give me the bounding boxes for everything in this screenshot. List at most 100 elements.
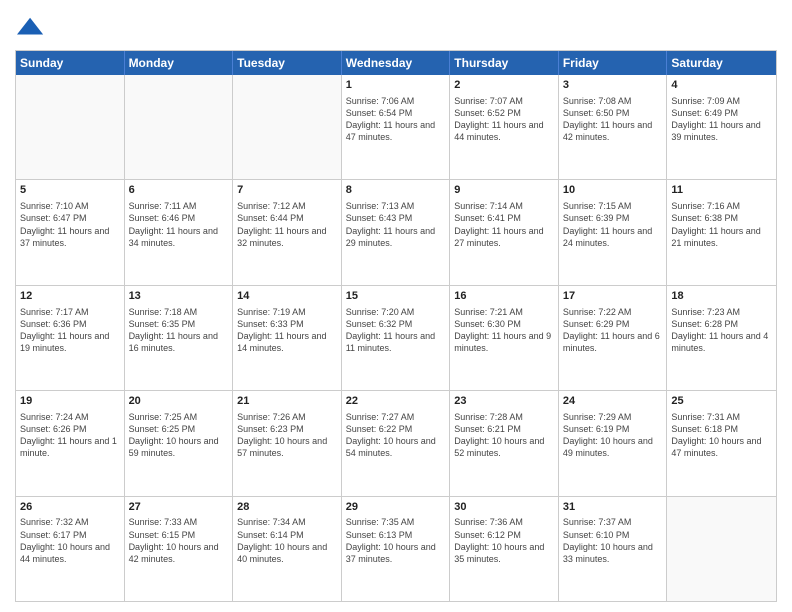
day-cell-12: 12Sunrise: 7:17 AM Sunset: 6:36 PM Dayli… [16,286,125,390]
day-cell-empty-4-6 [667,497,776,601]
day-number: 5 [20,183,120,198]
day-cell-10: 10 Sunrise: 7:15 AM Sunset: 6:39 PM Dayli… [559,180,668,284]
day-info: Sunrise: 7:34 AM Sunset: 6:14 PM Dayligh… [237,516,337,565]
calendar-body: 1 Sunrise: 7:06 AM Sunset: 6:54 PM Daylig… [16,75,776,601]
day-cell-5: 5 Sunrise: 7:10 AM Sunset: 6:47 PM Daylig… [16,180,125,284]
day-number: 15 [346,289,446,304]
day-info: Sunrise: 7:23 AM Sunset: 6:28 PM Dayligh… [671,306,772,355]
day-number: 8 [346,183,446,198]
day-cell-3: 3Sunrise: 7:08 AM Sunset: 6:50 PM Daylig… [559,75,668,179]
day-number: 4 [671,78,772,93]
day-number: 11 [671,183,772,198]
day-number: 26 [20,500,120,515]
day-number: 10 [563,183,663,198]
day-number: 1 [346,78,446,93]
day-info: Sunrise: 7:35 AM Sunset: 6:13 PM Dayligh… [346,516,446,565]
day-cell-11: 11 Sunrise: 7:16 AM Sunset: 6:38 PM Dayli… [667,180,776,284]
day-info: Sunrise: 7:08 AM Sunset: 6:50 PM Dayligh… [563,95,663,144]
day-number: 21 [237,394,337,409]
day-cell-23: 23 Sunrise: 7:28 AM Sunset: 6:21 PM Dayli… [450,391,559,495]
day-cell-13: 13Sunrise: 7:18 AM Sunset: 6:35 PM Dayli… [125,286,234,390]
weekday-header-friday: Friday [559,51,668,75]
day-number: 7 [237,183,337,198]
weekday-header-thursday: Thursday [450,51,559,75]
day-info: Sunrise: 7:36 AM Sunset: 6:12 PM Dayligh… [454,516,554,565]
day-number: 28 [237,500,337,515]
day-info: Sunrise: 7:20 AM Sunset: 6:32 PM Dayligh… [346,306,446,355]
day-number: 17 [563,289,663,304]
day-info: Sunrise: 7:31 AM Sunset: 6:18 PM Dayligh… [671,411,772,460]
day-number: 2 [454,78,554,93]
day-info: Sunrise: 7:29 AM Sunset: 6:19 PM Dayligh… [563,411,663,460]
day-number: 19 [20,394,120,409]
day-cell-17: 17 Sunrise: 7:22 AM Sunset: 6:29 PM Dayli… [559,286,668,390]
day-info: Sunrise: 7:22 AM Sunset: 6:29 PM Dayligh… [563,306,663,355]
day-cell-22: 22Sunrise: 7:27 AM Sunset: 6:22 PM Dayli… [342,391,451,495]
day-cell-15: 15 Sunrise: 7:20 AM Sunset: 6:32 PM Dayli… [342,286,451,390]
day-info: Sunrise: 7:28 AM Sunset: 6:21 PM Dayligh… [454,411,554,460]
day-info: Sunrise: 7:16 AM Sunset: 6:38 PM Dayligh… [671,200,772,249]
day-cell-26: 26Sunrise: 7:32 AM Sunset: 6:17 PM Dayli… [16,497,125,601]
day-number: 23 [454,394,554,409]
day-info: Sunrise: 7:37 AM Sunset: 6:10 PM Dayligh… [563,516,663,565]
day-cell-25: 25 Sunrise: 7:31 AM Sunset: 6:18 PM Dayli… [667,391,776,495]
day-number: 20 [129,394,229,409]
day-number: 16 [454,289,554,304]
day-info: Sunrise: 7:27 AM Sunset: 6:22 PM Dayligh… [346,411,446,460]
day-info: Sunrise: 7:09 AM Sunset: 6:49 PM Dayligh… [671,95,772,144]
weekday-header-monday: Monday [125,51,234,75]
weekday-header-sunday: Sunday [16,51,125,75]
day-info: Sunrise: 7:21 AM Sunset: 6:30 PM Dayligh… [454,306,554,355]
day-cell-7: 7Sunrise: 7:12 AM Sunset: 6:44 PM Daylig… [233,180,342,284]
weekday-header-tuesday: Tuesday [233,51,342,75]
day-cell-24: 24 Sunrise: 7:29 AM Sunset: 6:19 PM Dayli… [559,391,668,495]
weekday-header-wednesday: Wednesday [342,51,451,75]
day-info: Sunrise: 7:07 AM Sunset: 6:52 PM Dayligh… [454,95,554,144]
day-cell-4: 4 Sunrise: 7:09 AM Sunset: 6:49 PM Daylig… [667,75,776,179]
day-cell-28: 28Sunrise: 7:34 AM Sunset: 6:14 PM Dayli… [233,497,342,601]
day-cell-empty-0-0 [16,75,125,179]
day-cell-14: 14Sunrise: 7:19 AM Sunset: 6:33 PM Dayli… [233,286,342,390]
day-number: 18 [671,289,772,304]
logo-icon [17,14,45,42]
page: SundayMondayTuesdayWednesdayThursdayFrid… [0,0,792,612]
day-number: 27 [129,500,229,515]
day-info: Sunrise: 7:17 AM Sunset: 6:36 PM Dayligh… [20,306,120,355]
calendar-row-1: 1 Sunrise: 7:06 AM Sunset: 6:54 PM Daylig… [16,75,776,179]
day-cell-21: 21Sunrise: 7:26 AM Sunset: 6:23 PM Dayli… [233,391,342,495]
day-cell-18: 18 Sunrise: 7:23 AM Sunset: 6:28 PM Dayli… [667,286,776,390]
weekday-header-saturday: Saturday [667,51,776,75]
day-cell-27: 27Sunrise: 7:33 AM Sunset: 6:15 PM Dayli… [125,497,234,601]
header [15,10,777,42]
day-cell-9: 9 Sunrise: 7:14 AM Sunset: 6:41 PM Daylig… [450,180,559,284]
calendar-row-2: 5 Sunrise: 7:10 AM Sunset: 6:47 PM Daylig… [16,179,776,284]
calendar-row-4: 19 Sunrise: 7:24 AM Sunset: 6:26 PM Dayli… [16,390,776,495]
day-info: Sunrise: 7:24 AM Sunset: 6:26 PM Dayligh… [20,411,120,460]
calendar-header: SundayMondayTuesdayWednesdayThursdayFrid… [16,51,776,75]
calendar-row-3: 12Sunrise: 7:17 AM Sunset: 6:36 PM Dayli… [16,285,776,390]
day-cell-empty-0-1 [125,75,234,179]
logo [15,14,45,42]
day-info: Sunrise: 7:14 AM Sunset: 6:41 PM Dayligh… [454,200,554,249]
day-number: 29 [346,500,446,515]
day-info: Sunrise: 7:15 AM Sunset: 6:39 PM Dayligh… [563,200,663,249]
day-info: Sunrise: 7:06 AM Sunset: 6:54 PM Dayligh… [346,95,446,144]
day-number: 24 [563,394,663,409]
day-cell-20: 20 Sunrise: 7:25 AM Sunset: 6:25 PM Dayli… [125,391,234,495]
day-cell-19: 19 Sunrise: 7:24 AM Sunset: 6:26 PM Dayli… [16,391,125,495]
day-info: Sunrise: 7:33 AM Sunset: 6:15 PM Dayligh… [129,516,229,565]
day-number: 9 [454,183,554,198]
day-info: Sunrise: 7:10 AM Sunset: 6:47 PM Dayligh… [20,200,120,249]
day-number: 25 [671,394,772,409]
day-number: 13 [129,289,229,304]
day-cell-16: 16 Sunrise: 7:21 AM Sunset: 6:30 PM Dayli… [450,286,559,390]
day-cell-29: 29Sunrise: 7:35 AM Sunset: 6:13 PM Dayli… [342,497,451,601]
day-cell-1: 1 Sunrise: 7:06 AM Sunset: 6:54 PM Daylig… [342,75,451,179]
day-cell-empty-0-2 [233,75,342,179]
day-number: 31 [563,500,663,515]
day-cell-6: 6Sunrise: 7:11 AM Sunset: 6:46 PM Daylig… [125,180,234,284]
day-cell-2: 2 Sunrise: 7:07 AM Sunset: 6:52 PM Daylig… [450,75,559,179]
day-info: Sunrise: 7:11 AM Sunset: 6:46 PM Dayligh… [129,200,229,249]
day-info: Sunrise: 7:19 AM Sunset: 6:33 PM Dayligh… [237,306,337,355]
day-info: Sunrise: 7:25 AM Sunset: 6:25 PM Dayligh… [129,411,229,460]
